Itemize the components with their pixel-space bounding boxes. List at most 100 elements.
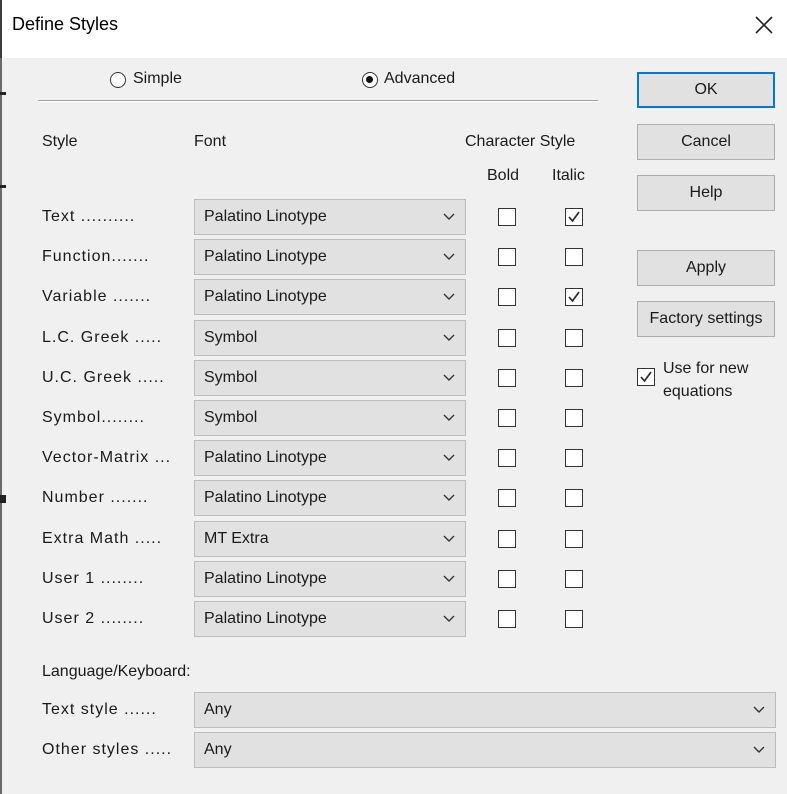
- style-font-value: Symbol: [204, 409, 258, 426]
- cancel-button[interactable]: Cancel: [637, 124, 775, 160]
- chevron-down-icon: [753, 746, 765, 753]
- chevron-down-icon: [443, 334, 455, 341]
- style-row-label: Number .......: [42, 489, 149, 506]
- italic-checkbox[interactable]: [565, 530, 583, 548]
- chevron-down-icon: [443, 374, 455, 381]
- chevron-down-icon: [443, 293, 455, 300]
- italic-checkbox[interactable]: [565, 570, 583, 588]
- edge-tick: [0, 92, 6, 95]
- define-styles-dialog: Define Styles Simple Advanced Style Font…: [0, 0, 787, 794]
- style-row-label: Extra Math .....: [42, 530, 163, 547]
- language-heading: Language/Keyboard:: [42, 663, 191, 680]
- chevron-down-icon: [443, 535, 455, 542]
- italic-checkbox[interactable]: [565, 329, 583, 347]
- style-font-value: Symbol: [204, 369, 258, 386]
- header-character-style: Character Style: [465, 133, 576, 150]
- style-row-label: User 2 ........: [42, 610, 145, 627]
- check-icon: [640, 371, 652, 383]
- bold-checkbox[interactable]: [498, 489, 516, 507]
- radio-simple-label: Simple: [133, 70, 182, 87]
- text-style-label: Text style ......: [42, 701, 157, 718]
- style-row-label: User 1 ........: [42, 570, 145, 587]
- header-italic: Italic: [552, 167, 585, 184]
- apply-button[interactable]: Apply: [637, 250, 775, 286]
- title-bar: Define Styles: [0, 0, 787, 58]
- text-style-select[interactable]: Any: [194, 692, 776, 728]
- italic-checkbox[interactable]: [565, 489, 583, 507]
- chevron-down-icon: [443, 615, 455, 622]
- style-row-label: Vector-Matrix ...: [42, 449, 172, 466]
- style-font-value: Palatino Linotype: [204, 288, 327, 305]
- italic-checkbox[interactable]: [565, 288, 583, 306]
- radio-advanced-button[interactable]: [362, 72, 378, 88]
- style-font-select[interactable]: Symbol: [194, 320, 466, 356]
- use-for-new-label-line1: Use for new: [663, 360, 749, 377]
- style-font-value: Palatino Linotype: [204, 208, 327, 225]
- italic-checkbox[interactable]: [565, 449, 583, 467]
- style-font-select[interactable]: Palatino Linotype: [194, 561, 466, 597]
- bold-checkbox[interactable]: [498, 530, 516, 548]
- header-style: Style: [42, 133, 78, 150]
- style-font-select[interactable]: Palatino Linotype: [194, 601, 466, 637]
- chevron-down-icon: [443, 575, 455, 582]
- style-row-label: Function.......: [42, 248, 150, 265]
- chevron-down-icon: [443, 253, 455, 260]
- edge-tick: [0, 185, 6, 188]
- other-styles-select[interactable]: Any: [194, 732, 776, 768]
- radio-selected-dot: [366, 76, 373, 83]
- radio-advanced-label: Advanced: [384, 70, 456, 87]
- bold-checkbox[interactable]: [498, 329, 516, 347]
- edge-tick: [0, 495, 6, 503]
- style-row-label: Variable .......: [42, 288, 152, 305]
- chevron-down-icon: [443, 414, 455, 421]
- bold-checkbox[interactable]: [498, 449, 516, 467]
- header-font: Font: [194, 133, 227, 150]
- mode-divider: [38, 100, 598, 102]
- italic-checkbox[interactable]: [565, 369, 583, 387]
- help-button[interactable]: Help: [637, 175, 775, 211]
- style-font-value: MT Extra: [204, 530, 269, 547]
- italic-checkbox[interactable]: [565, 409, 583, 427]
- style-font-select[interactable]: MT Extra: [194, 521, 466, 557]
- use-for-new-checkbox[interactable]: [637, 368, 655, 386]
- bold-checkbox[interactable]: [498, 248, 516, 266]
- bold-checkbox[interactable]: [498, 288, 516, 306]
- style-font-value: Palatino Linotype: [204, 570, 327, 587]
- style-row-label: U.C. Greek .....: [42, 369, 165, 386]
- style-font-value: Palatino Linotype: [204, 248, 327, 265]
- style-row-label: Text ..........: [42, 208, 136, 225]
- style-font-select[interactable]: Palatino Linotype: [194, 480, 466, 516]
- chevron-down-icon: [443, 454, 455, 461]
- chevron-down-icon: [753, 706, 765, 713]
- style-font-select[interactable]: Palatino Linotype: [194, 239, 466, 275]
- style-row-label: L.C. Greek .....: [42, 329, 163, 346]
- close-icon[interactable]: [753, 14, 775, 36]
- other-styles-label: Other styles .....: [42, 741, 173, 758]
- style-row-label: Symbol........: [42, 409, 145, 426]
- style-font-value: Symbol: [204, 329, 258, 346]
- text-style-value: Any: [204, 701, 232, 718]
- italic-checkbox[interactable]: [565, 208, 583, 226]
- style-font-value: Palatino Linotype: [204, 610, 327, 627]
- bold-checkbox[interactable]: [498, 369, 516, 387]
- chevron-down-icon: [443, 213, 455, 220]
- bold-checkbox[interactable]: [498, 208, 516, 226]
- style-font-select[interactable]: Palatino Linotype: [194, 199, 466, 235]
- bold-checkbox[interactable]: [498, 409, 516, 427]
- bold-checkbox[interactable]: [498, 570, 516, 588]
- italic-checkbox[interactable]: [565, 248, 583, 266]
- style-font-select[interactable]: Palatino Linotype: [194, 279, 466, 315]
- window-left-edge: [0, 58, 2, 794]
- style-font-select[interactable]: Symbol: [194, 360, 466, 396]
- ok-button[interactable]: OK: [637, 72, 775, 108]
- style-font-select[interactable]: Symbol: [194, 400, 466, 436]
- style-font-value: Palatino Linotype: [204, 489, 327, 506]
- radio-simple-button[interactable]: [110, 72, 126, 88]
- style-font-select[interactable]: Palatino Linotype: [194, 440, 466, 476]
- factory-settings-button[interactable]: Factory settings: [637, 301, 775, 337]
- header-bold: Bold: [487, 167, 520, 184]
- check-icon: [568, 291, 580, 303]
- bold-checkbox[interactable]: [498, 610, 516, 628]
- style-font-value: Palatino Linotype: [204, 449, 327, 466]
- italic-checkbox[interactable]: [565, 610, 583, 628]
